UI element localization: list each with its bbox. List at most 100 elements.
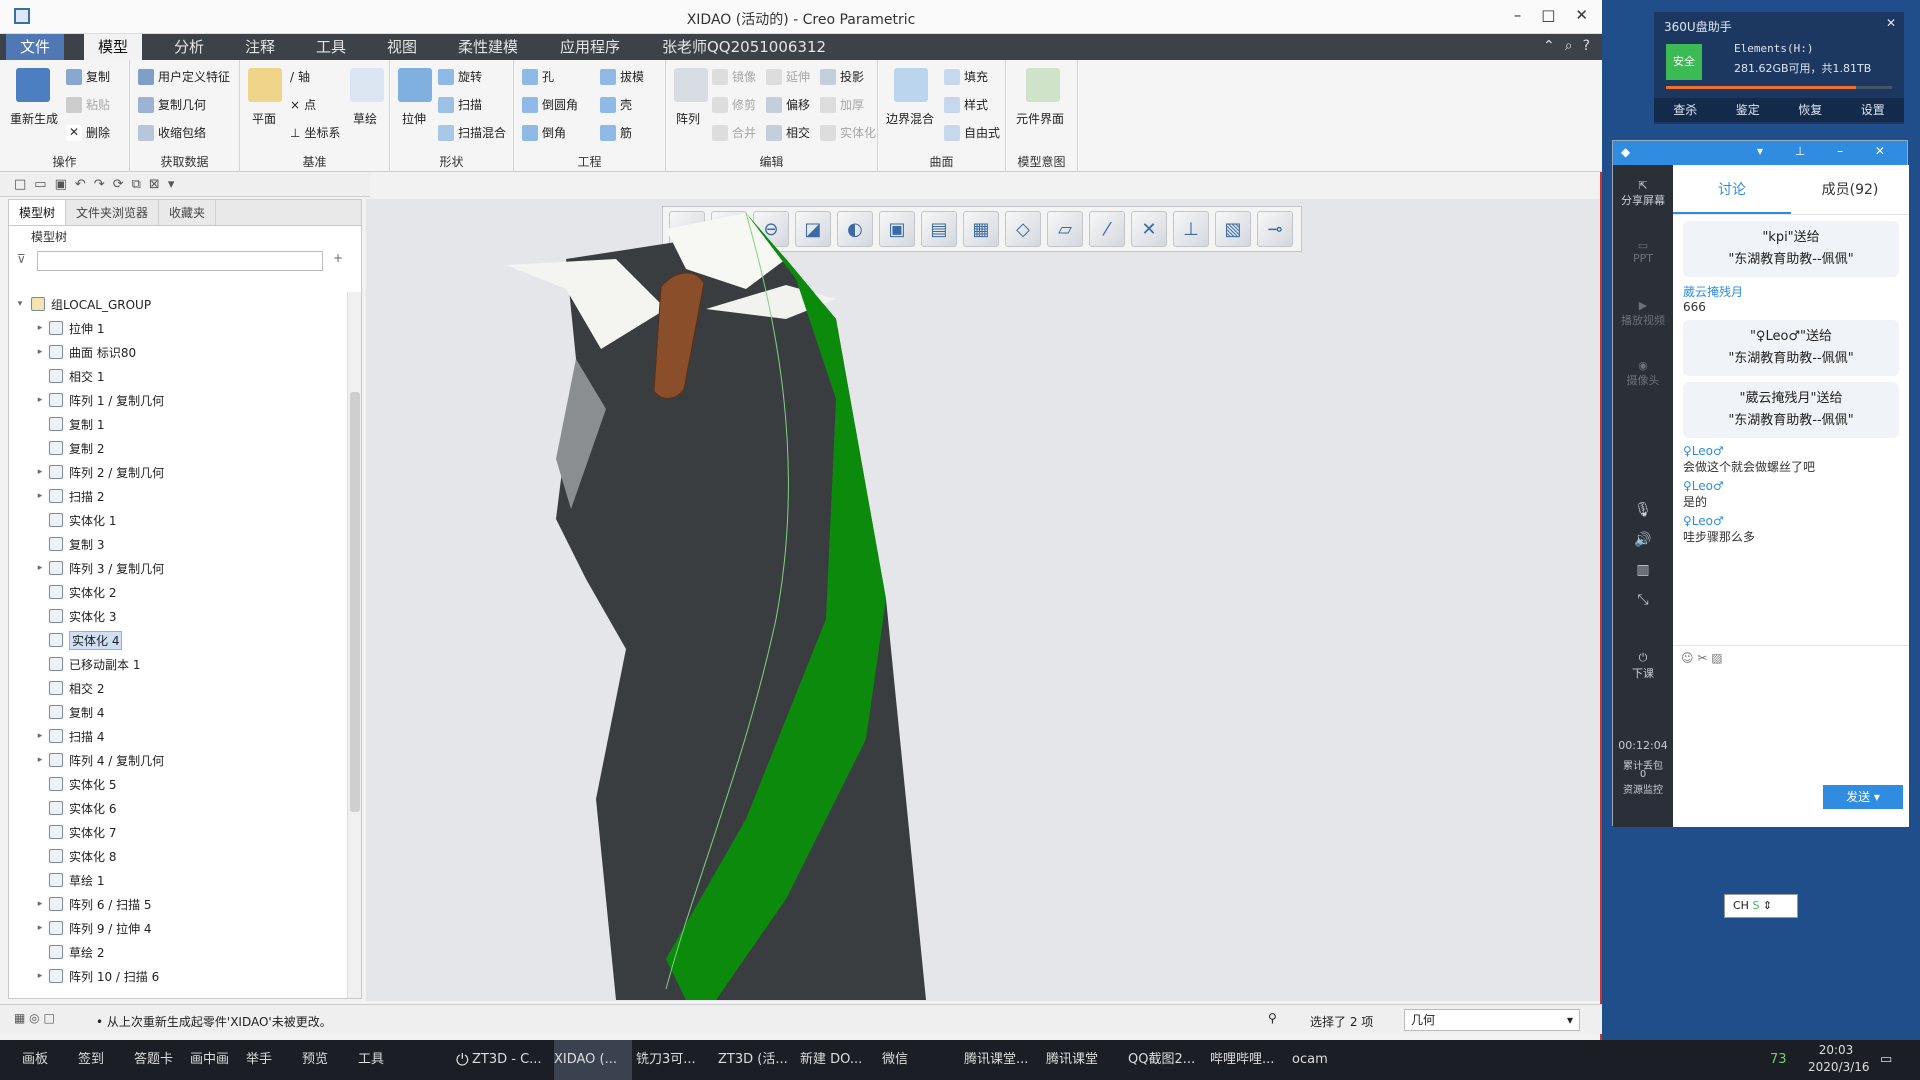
redo-icon[interactable]: ↷ (94, 177, 105, 192)
csys-button[interactable]: ⊥ 坐标系 (290, 124, 340, 141)
close-window-icon[interactable]: ⊠ (149, 177, 160, 192)
style-button[interactable]: 样式 (944, 96, 988, 113)
tree-search-input[interactable] (37, 251, 323, 271)
offset-button[interactable]: 偏移 (766, 96, 810, 113)
tab-custom[interactable]: 张老师QQ2051006312 (648, 34, 840, 60)
tree-node[interactable]: ▸ 阵列 6 / 扫描 5 (9, 892, 347, 916)
tree-node[interactable]: ▸ 拉伸 1 (9, 316, 347, 340)
chat-input[interactable] (1681, 675, 1901, 765)
new-icon[interactable]: □ (14, 177, 26, 192)
round-button[interactable]: 倒圆角 (522, 96, 578, 113)
project-button[interactable]: 投影 (820, 68, 864, 85)
expand-arrow-icon[interactable]: ▸ (35, 395, 45, 405)
widget-close-icon[interactable]: ✕ (1886, 16, 1896, 30)
scan-button[interactable]: 查杀 (1673, 98, 1697, 122)
expand-arrow-icon[interactable]: ▸ (35, 323, 45, 333)
tree-node[interactable]: 实体化 5 (9, 772, 347, 796)
taskbar-app-button[interactable]: ZT3D - C... (472, 1040, 550, 1080)
swept-blend-button[interactable]: 扫描混合 (438, 124, 506, 141)
component-interface-button[interactable]: 元件界面 (1016, 110, 1064, 127)
group-label-ops[interactable]: 操作 (0, 153, 129, 170)
tree-node[interactable]: ▸ 阵列 4 / 复制几何 (9, 748, 347, 772)
tree-node[interactable]: ▸ 阵列 10 / 扫描 6 (9, 964, 347, 988)
hole-button[interactable]: 孔 (522, 68, 554, 85)
expand-arrow-icon[interactable]: ▸ (35, 491, 45, 501)
freestyle-button[interactable]: 自由式 (944, 124, 1000, 141)
filter-icon[interactable]: ⊽ (17, 252, 26, 266)
tab-applications[interactable]: 应用程序 (546, 34, 634, 60)
identify-button[interactable]: 鉴定 (1736, 98, 1760, 122)
taskbar-app-button[interactable]: 腾讯课堂 (1046, 1040, 1124, 1080)
thicken-button[interactable]: 加厚 (820, 96, 864, 113)
send-button[interactable]: 发送 ▾ (1823, 785, 1903, 809)
graphics-viewport[interactable]: ⌕ ⊕ ⊖ ◪ ◐ ▣ ▤ ▦ ◇ ▱ ⁄ ✕ ⊥ ▧ ⊸ (366, 199, 1600, 1001)
status-icons[interactable]: ▦ ◎ □ (14, 1011, 55, 1025)
selection-filter-dropdown[interactable]: 几何 ▾ (1404, 1009, 1580, 1031)
maximize-button[interactable]: □ (1541, 6, 1555, 24)
point-button[interactable]: × 点 (290, 96, 316, 113)
group-label-datum[interactable]: 基准 (240, 153, 389, 170)
notifications-icon[interactable]: ▭ (1880, 1040, 1892, 1080)
udf-button[interactable]: 用户定义特征 (138, 68, 230, 85)
collapse-ribbon-icon[interactable]: ⌃ (1543, 38, 1555, 54)
expand-arrow-icon[interactable]: ▸ (35, 899, 45, 909)
tree-node[interactable]: 实体化 1 (9, 508, 347, 532)
extrude-button[interactable]: 拉伸 (402, 110, 426, 127)
tab-flexible-modeling[interactable]: 柔性建模 (444, 34, 532, 60)
tab-members[interactable]: 成员(92) (1791, 165, 1909, 214)
open-icon[interactable]: ▭ (34, 177, 46, 192)
taskbar-app-button[interactable]: XIDAO (... (554, 1040, 632, 1080)
pattern-icon[interactable] (674, 68, 708, 102)
ime-indicator[interactable]: CH S ⇕ (1724, 894, 1798, 918)
end-class-button[interactable]: ⏻ 下课 (1613, 651, 1673, 681)
component-interface-icon[interactable] (1026, 68, 1060, 102)
expand-arrow-icon[interactable]: ▸ (35, 563, 45, 573)
classroom-tool-button[interactable]: 画板 (22, 1040, 48, 1080)
tree-node[interactable]: 复制 2 (9, 436, 347, 460)
taskbar-app-button[interactable]: 哔哩哔哩... (1210, 1040, 1288, 1080)
windows-icon[interactable]: ⧉ (132, 177, 141, 192)
group-label-shapes[interactable]: 形状 (390, 153, 513, 170)
tab-discussion[interactable]: 讨论 (1673, 165, 1791, 214)
tab-analysis[interactable]: 分析 (160, 34, 218, 60)
tree-node[interactable]: ▸ 阵列 2 / 复制几何 (9, 460, 347, 484)
plane-button[interactable]: 平面 (252, 110, 276, 127)
help-icon[interactable]: ? (1583, 38, 1590, 54)
tree-node[interactable]: 已移动副本 1 (9, 652, 347, 676)
tree-node[interactable]: 相交 1 (9, 364, 347, 388)
chat-window-controls[interactable]: ▾ ⊥ – ✕ (1757, 144, 1899, 158)
fill-button[interactable]: 填充 (944, 68, 988, 85)
sketch-button[interactable]: 草绘 (353, 110, 377, 127)
power-icon[interactable]: ⏻ (456, 1040, 469, 1080)
group-label-engineering[interactable]: 工程 (514, 153, 665, 170)
taskbar-app-button[interactable]: ZT3D (活... (718, 1040, 796, 1080)
revolve-button[interactable]: 旋转 (438, 68, 482, 85)
mirror-button[interactable]: 镜像 (712, 68, 756, 85)
tab-folder-browser[interactable]: 文件夹浏览器 (66, 200, 160, 225)
copy-geometry-button[interactable]: 复制几何 (138, 96, 206, 113)
draft-button[interactable]: 拔模 (600, 68, 644, 85)
classroom-tool-button[interactable]: 工具 (358, 1040, 384, 1080)
expand-arrow-icon[interactable]: ▸ (35, 467, 45, 477)
chamfer-button[interactable]: 倒角 (522, 124, 566, 141)
play-video-button[interactable]: ▶ 播放视频 (1613, 299, 1673, 328)
solidify-button[interactable]: 实体化 (820, 124, 876, 141)
audio-controls[interactable]: 🎙 🔊 ▥ ⤡ (1613, 495, 1673, 615)
expand-arrow-icon[interactable]: ▸ (35, 971, 45, 981)
merge-button[interactable]: 合并 (712, 124, 756, 141)
tree-node[interactable]: ▸ 阵列 9 / 拉伸 4 (9, 916, 347, 940)
group-label-model-intent[interactable]: 模型意图 (1006, 153, 1077, 170)
tree-node[interactable]: 复制 4 (9, 700, 347, 724)
settings-button[interactable]: 设置 (1861, 98, 1885, 122)
undo-icon[interactable]: ↶ (75, 177, 86, 192)
recover-button[interactable]: 恢复 (1798, 98, 1822, 122)
classroom-tool-button[interactable]: 举手 (246, 1040, 272, 1080)
paste-button[interactable]: 粘贴 (66, 96, 110, 113)
share-screen-button[interactable]: ⇱ 分享屏幕 (1613, 179, 1673, 208)
intersect-button[interactable]: 相交 (766, 124, 810, 141)
regenerate-button[interactable]: 重新生成 (10, 110, 58, 127)
search-icon[interactable]: ⌕ (1565, 38, 1573, 54)
tab-view[interactable]: 视图 (373, 34, 431, 60)
tree-node[interactable]: 复制 3 (9, 532, 347, 556)
extend-button[interactable]: 延伸 (766, 68, 810, 85)
